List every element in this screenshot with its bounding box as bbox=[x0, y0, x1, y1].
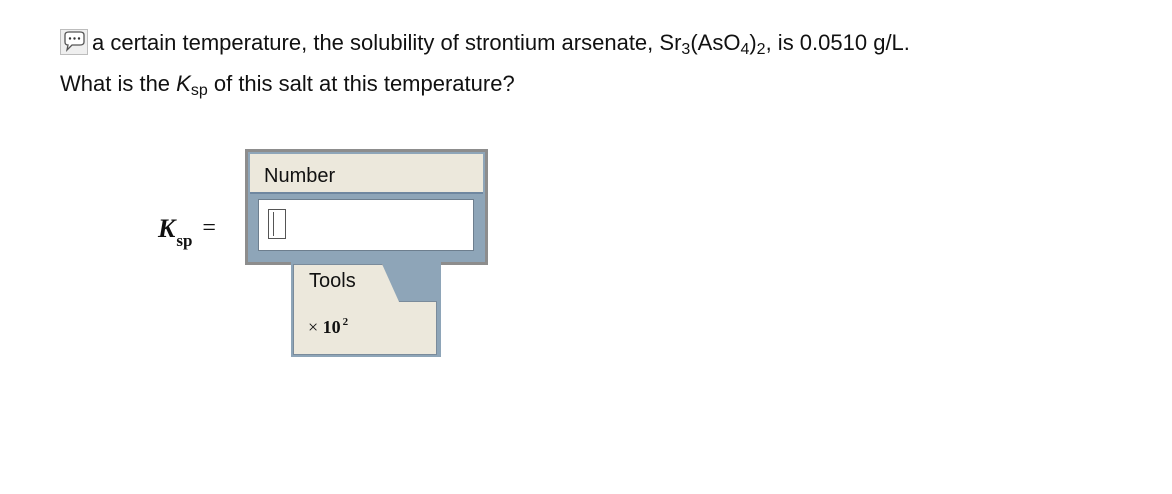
number-input[interactable] bbox=[258, 199, 474, 251]
question-line2-prefix: What is the bbox=[60, 71, 177, 96]
number-answer-widget: Number bbox=[245, 149, 488, 265]
widget-header: Number bbox=[250, 154, 483, 194]
ten-exponent: 2 bbox=[342, 316, 349, 328]
question-line2-suffix: of this salt at this temperature? bbox=[207, 71, 515, 96]
times-ten-power-button[interactable]: × 10 2 bbox=[308, 316, 348, 338]
question-line1-suffix: , is 0.0510 g/L. bbox=[765, 30, 910, 55]
ksp-answer-label: Ksp = bbox=[158, 214, 216, 250]
ksp-subscript: sp bbox=[190, 82, 208, 99]
ksp-label-k: K bbox=[158, 214, 176, 243]
question-line-1: a certain temperature, the solubility of… bbox=[60, 26, 910, 67]
ksp-symbol: K bbox=[176, 71, 191, 96]
tools-tab[interactable]: Tools bbox=[293, 264, 400, 304]
question-formula-mid: (AsO bbox=[690, 30, 741, 55]
text-cursor bbox=[268, 209, 286, 239]
times-sign: × bbox=[308, 317, 319, 337]
subscript-4: 4 bbox=[740, 41, 750, 58]
tools-tab-label: Tools bbox=[309, 270, 356, 292]
question-formula-close: ) bbox=[749, 30, 757, 55]
equals-sign: = bbox=[202, 215, 216, 241]
ten-base: 10 bbox=[322, 317, 341, 337]
question-text: a certain temperature, the solubility of… bbox=[60, 26, 910, 108]
speech-bubble-icon[interactable] bbox=[60, 29, 88, 55]
question-line-2: What is the Ksp of this salt at this tem… bbox=[60, 67, 910, 108]
subscript-3: 3 bbox=[681, 41, 691, 58]
tools-body: × 10 2 bbox=[293, 301, 437, 355]
tools-panel: × 10 2 Tools bbox=[291, 262, 441, 357]
ksp-label-sub: sp bbox=[176, 231, 193, 250]
widget-title: Number bbox=[264, 165, 336, 187]
question-line1-prefix: a certain temperature, the solubility of… bbox=[92, 30, 682, 55]
subscript-2: 2 bbox=[756, 41, 766, 58]
